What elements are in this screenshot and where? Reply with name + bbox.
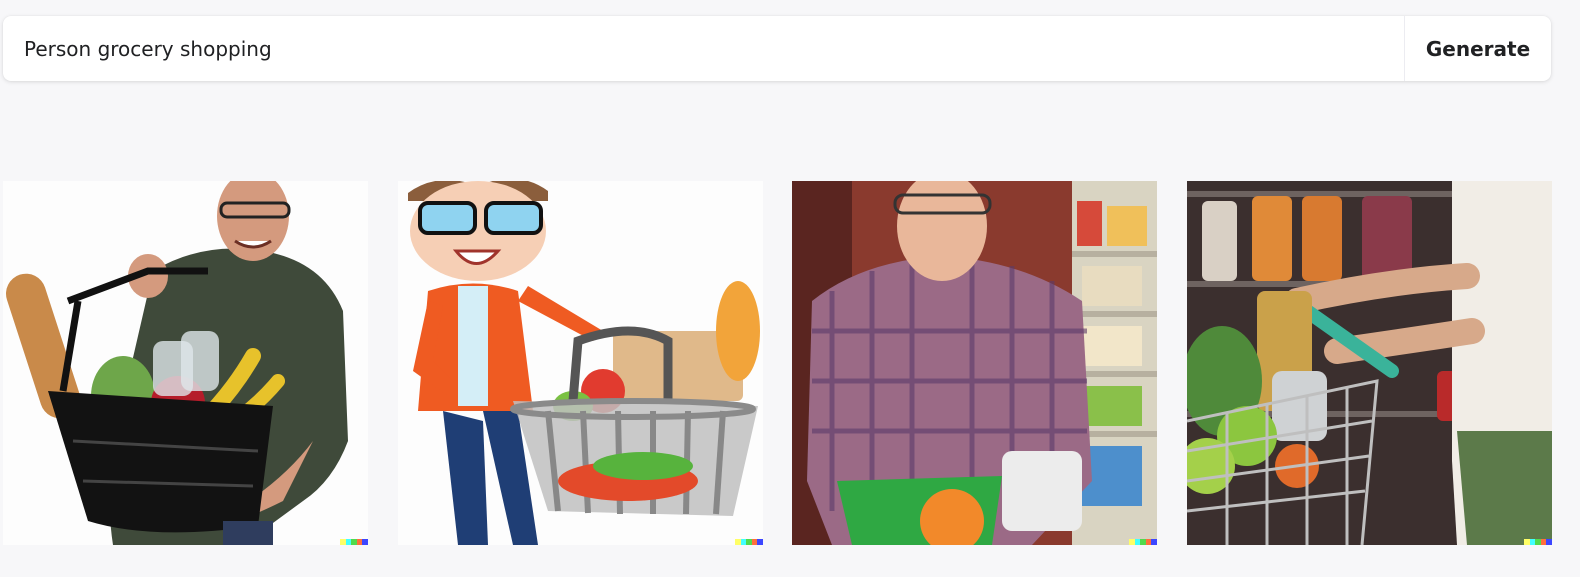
result-image-3[interactable]: [792, 181, 1157, 545]
watermark-badge: [1524, 539, 1552, 545]
man-with-basket-image: [3, 181, 368, 545]
cart-closeup-image: [1187, 181, 1552, 545]
generate-button[interactable]: Generate: [1405, 16, 1551, 81]
prompt-bar: Person grocery shopping Generate: [3, 16, 1551, 81]
watermark-badge: [1129, 539, 1157, 545]
result-image-2[interactable]: [398, 181, 763, 545]
man-in-plaid-store-image: [792, 181, 1157, 545]
result-image-1[interactable]: [3, 181, 368, 545]
watermark-badge: [735, 539, 763, 545]
result-image-4[interactable]: [1187, 181, 1552, 545]
results-gallery: [0, 181, 1580, 545]
watermark-badge: [340, 539, 368, 545]
cartoon-with-basket-image: [398, 181, 763, 545]
prompt-input[interactable]: Person grocery shopping: [3, 16, 1404, 81]
